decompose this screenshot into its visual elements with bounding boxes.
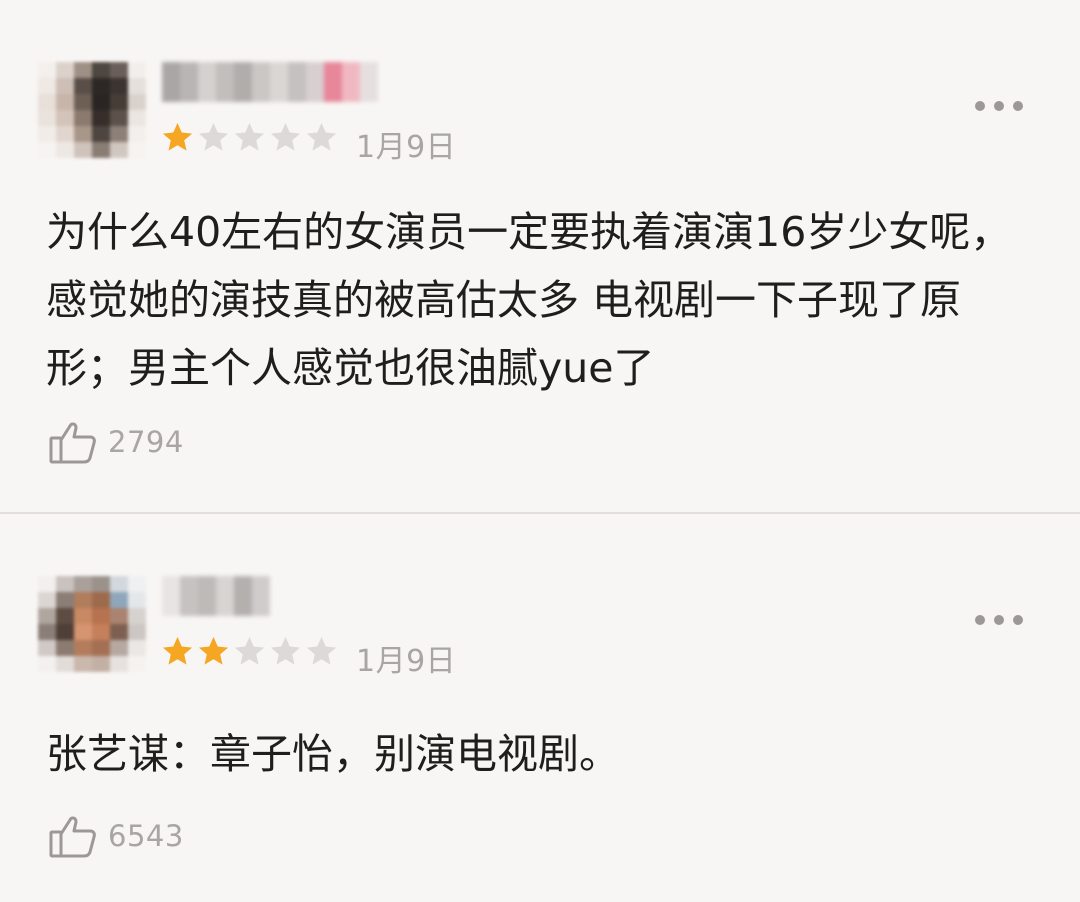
review-date: 1月9日 <box>356 644 457 679</box>
review-text: 张艺谋：章子怡，别演电视剧。 <box>46 730 620 778</box>
avatar[interactable] <box>38 576 146 672</box>
review-card: 1月9日 张艺谋：章子怡，别演电视剧。 6543 <box>0 514 1080 902</box>
star-icon <box>162 122 193 151</box>
review-date: 1月9日 <box>356 130 457 165</box>
thumbs-up-icon <box>49 816 96 858</box>
like-button[interactable]: 2794 <box>48 418 184 466</box>
star-icon <box>162 636 193 665</box>
like-count: 6543 <box>108 819 184 853</box>
thumbs-up-icon <box>49 422 96 464</box>
username[interactable] <box>162 576 270 616</box>
star-icon <box>234 122 265 151</box>
review-card: 1月9日 为什么40左右的女演员一定要执着演演16岁少女呢，感觉她的演技真的被高… <box>0 0 1080 512</box>
star-rating <box>160 634 339 669</box>
more-icon[interactable] <box>975 96 1023 116</box>
like-count: 2794 <box>108 425 184 459</box>
star-icon <box>270 636 301 665</box>
star-icon <box>270 122 301 151</box>
like-button[interactable]: 6543 <box>48 812 184 860</box>
star-icon <box>234 636 265 665</box>
star-icon <box>198 122 229 151</box>
review-text: 为什么40左右的女演员一定要执着演演16岁少女呢，感觉她的演技真的被高估太多 电… <box>46 208 1012 392</box>
star-icon <box>306 636 337 665</box>
star-rating <box>160 120 339 155</box>
avatar[interactable] <box>38 62 146 158</box>
star-icon <box>306 122 337 151</box>
more-icon[interactable] <box>975 610 1023 630</box>
star-icon <box>198 636 229 665</box>
username[interactable] <box>162 62 378 102</box>
